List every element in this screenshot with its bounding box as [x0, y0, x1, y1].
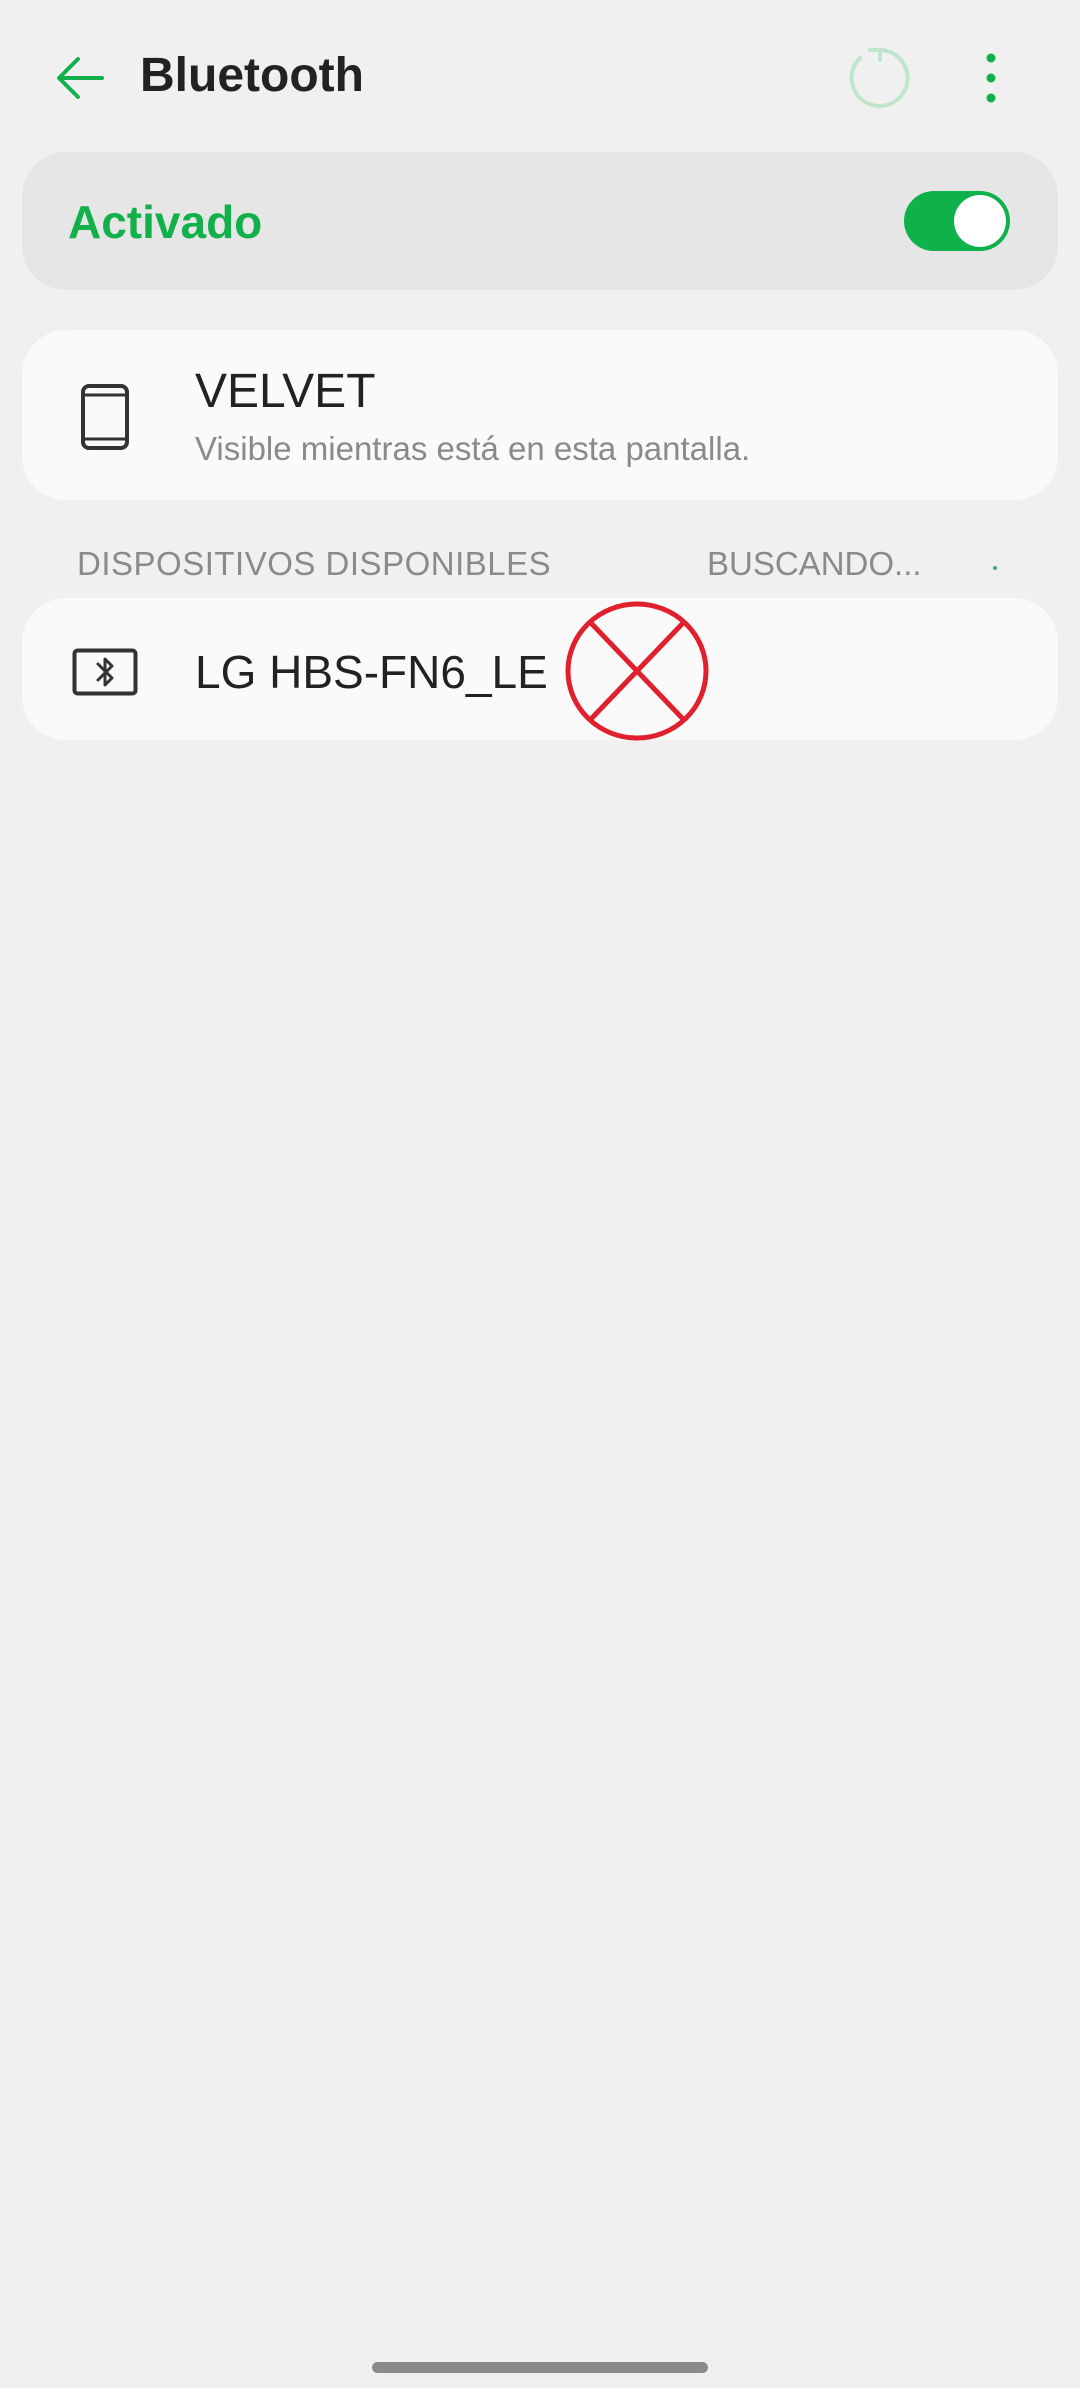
device-visibility-text: Visible mientras está en esta pantalla. [195, 430, 751, 467]
bluetooth-switch[interactable] [904, 191, 1010, 251]
phone-icon [80, 383, 130, 451]
device-name: VELVET [195, 365, 376, 418]
page-title: Bluetooth [140, 49, 364, 102]
back-button[interactable] [44, 38, 116, 118]
more-vert-icon [986, 53, 996, 103]
available-devices-header: DISPOSITIVOS DISPONIBLES [77, 545, 552, 582]
bluetooth-device-icon [72, 648, 138, 696]
red-x-mark-icon [564, 600, 710, 742]
bluetooth-status-label: Activado [68, 196, 263, 248]
arrow-back-icon [57, 57, 104, 99]
searching-status: BUSCANDO... [707, 545, 922, 582]
home-indicator[interactable] [372, 2362, 708, 2373]
this-device-card[interactable] [22, 330, 1058, 500]
refresh-button[interactable] [844, 42, 916, 114]
search-progress-indicator [993, 566, 997, 570]
more-options-button[interactable] [956, 38, 1026, 118]
available-device-name: LG HBS-FN6_LE [195, 646, 548, 698]
switch-knob [954, 195, 1006, 247]
refresh-icon [849, 48, 910, 108]
